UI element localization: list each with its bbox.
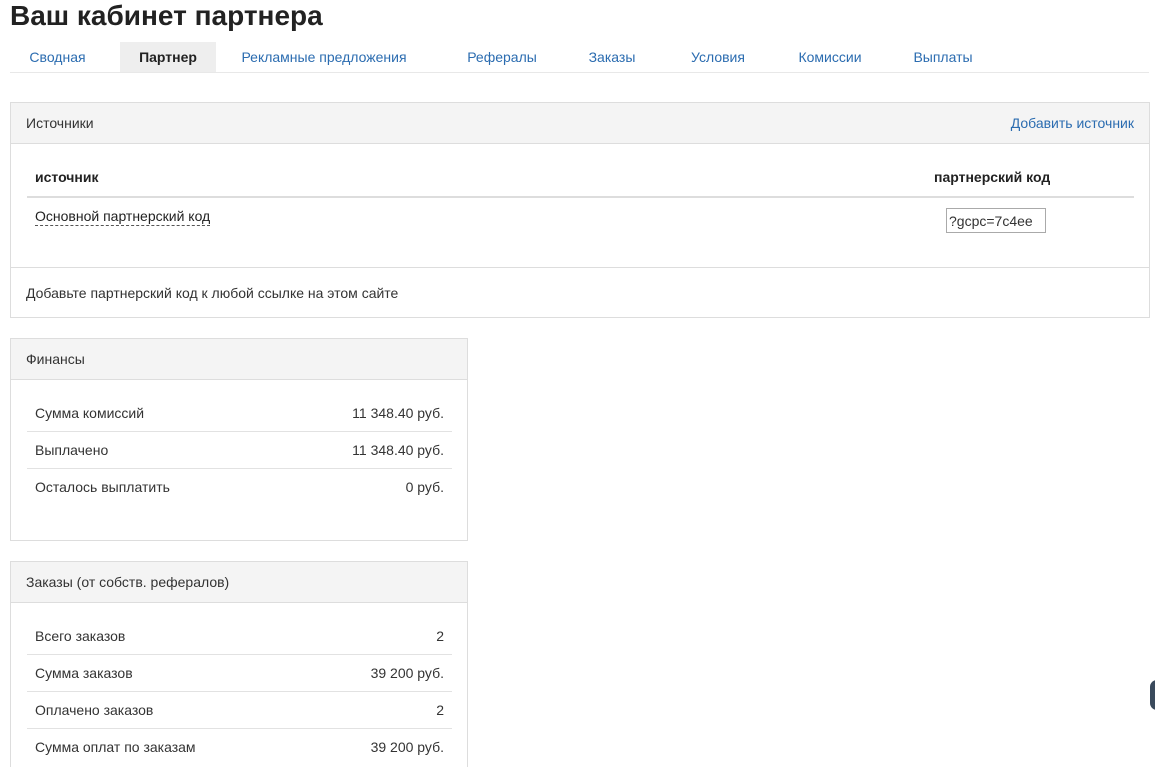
- tab-terms[interactable]: Условия: [674, 42, 762, 72]
- stat-value: 39 200 руб.: [370, 665, 444, 681]
- source-name-link[interactable]: Основной партнерский код: [35, 208, 211, 226]
- stat-label: Оплачено заказов: [35, 702, 154, 718]
- page-title: Ваш кабинет партнера: [10, 0, 323, 31]
- stat-value: 11 348.40 руб.: [352, 405, 444, 421]
- finance-panel-header: Финансы: [11, 339, 467, 380]
- stat-label: Всего заказов: [35, 628, 126, 644]
- list-item: Сумма оплат по заказам 39 200 руб.: [27, 729, 452, 766]
- sources-panel-header: Источники Добавить источник: [11, 103, 1149, 144]
- add-source-link[interactable]: Добавить источник: [1011, 103, 1134, 143]
- list-item: Оплачено заказов 2: [27, 692, 452, 729]
- tab-ad-offers[interactable]: Рекламные предложения: [234, 42, 414, 72]
- sources-footer-note: Добавьте партнерский код к любой ссылке …: [11, 267, 1149, 318]
- tab-orders[interactable]: Заказы: [572, 42, 652, 72]
- tab-referrals[interactable]: Рефералы: [450, 42, 554, 72]
- orders-panel-header: Заказы (от собств. рефералов): [11, 562, 467, 603]
- finance-panel: Финансы Сумма комиссий 11 348.40 руб. Вы…: [10, 338, 468, 541]
- list-item: Выплачено 11 348.40 руб.: [27, 432, 452, 469]
- tab-commissions[interactable]: Комиссии: [782, 42, 878, 72]
- stat-value: 2: [436, 628, 444, 644]
- tab-payouts[interactable]: Выплаты: [898, 42, 988, 72]
- orders-panel: Заказы (от собств. рефералов) Всего зака…: [10, 561, 468, 767]
- stat-label: Сумма комиссий: [35, 405, 145, 421]
- table-row: Основной партнерский код: [27, 198, 1134, 267]
- partner-tabs: Сводная Партнер Рекламные предложения Ре…: [10, 42, 1149, 73]
- column-header-partner-code: партнерский код: [934, 169, 1051, 185]
- stat-label: Сумма оплат по заказам: [35, 739, 196, 755]
- partner-code-field[interactable]: [946, 208, 1046, 233]
- stat-value: 11 348.40 руб.: [352, 442, 444, 458]
- tab-partner[interactable]: Партнер: [120, 42, 216, 72]
- list-item: Всего заказов 2: [27, 618, 452, 655]
- finance-list: Сумма комиссий 11 348.40 руб. Выплачено …: [27, 395, 452, 506]
- stat-label: Осталось выплатить: [35, 479, 170, 495]
- finance-panel-title: Финансы: [26, 351, 85, 367]
- column-header-source: источник: [35, 169, 99, 185]
- sources-panel: Источники Добавить источник источник пар…: [10, 102, 1150, 318]
- list-item: Осталось выплатить 0 руб.: [27, 469, 452, 506]
- stat-value: 2: [436, 702, 444, 718]
- orders-panel-title: Заказы (от собств. рефералов): [26, 574, 230, 590]
- sources-table: источник партнерский код Основной партне…: [27, 144, 1134, 267]
- list-item: Сумма комиссий 11 348.40 руб.: [27, 395, 452, 432]
- stat-label: Сумма заказов: [35, 665, 133, 681]
- sources-table-header: источник партнерский код: [27, 144, 1134, 198]
- list-item: Сумма заказов 39 200 руб.: [27, 655, 452, 692]
- stat-value: 0 руб.: [405, 479, 444, 495]
- orders-list: Всего заказов 2 Сумма заказов 39 200 руб…: [27, 618, 452, 766]
- stat-value: 39 200 руб.: [370, 739, 444, 755]
- tab-summary[interactable]: Сводная: [10, 42, 105, 72]
- stat-label: Выплачено: [35, 442, 109, 458]
- sources-panel-title: Источники: [26, 115, 94, 131]
- chat-widget-tab[interactable]: [1150, 680, 1155, 710]
